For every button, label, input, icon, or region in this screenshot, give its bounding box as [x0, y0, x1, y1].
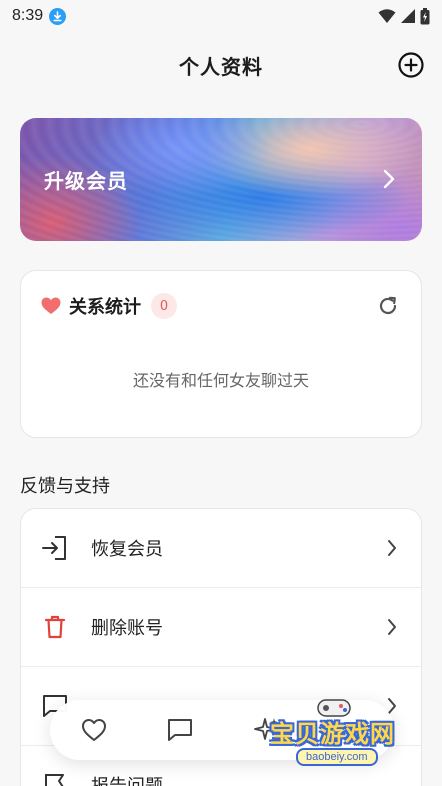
- battery-charging-icon: [420, 7, 430, 24]
- relationship-stats-card: 关系统计 0 还没有和任何女友聊过天: [20, 270, 422, 438]
- trash-icon: [41, 613, 69, 641]
- add-circle-icon[interactable]: [398, 52, 424, 78]
- menu-item-label: 报告问题: [91, 772, 163, 786]
- stats-header: 关系统计 0: [41, 293, 177, 319]
- nav-chat[interactable]: [166, 716, 194, 744]
- login-icon: [41, 534, 69, 562]
- status-icons: [378, 7, 430, 25]
- watermark-text: 宝贝游戏网: [270, 720, 395, 748]
- menu-item-delete-account[interactable]: 删除账号: [21, 588, 421, 667]
- stats-empty-text: 还没有和任何女友聊过天: [132, 371, 309, 390]
- chat-icon: [168, 719, 192, 741]
- section-title-feedback: 反馈与支持: [20, 476, 110, 497]
- watermark-logo: 宝贝游戏网 baobeiy.com: [262, 692, 412, 778]
- chevron-right-icon: [388, 540, 396, 556]
- signal-icon: [401, 9, 415, 23]
- heart-icon: [41, 297, 61, 314]
- flag-icon: [41, 771, 69, 786]
- wifi-icon: [378, 9, 396, 23]
- watermark-url: baobeiy.com: [296, 748, 378, 766]
- nav-favorites[interactable]: [80, 716, 108, 744]
- stats-title: 关系统计: [69, 297, 141, 318]
- header: 个人资料: [0, 40, 442, 90]
- stats-count-badge: 0: [151, 293, 177, 319]
- chevron-right-icon: [388, 619, 396, 635]
- heart-outline-icon: [82, 719, 106, 741]
- menu-item-label: 删除账号: [91, 618, 163, 639]
- download-icon: [49, 7, 67, 25]
- refresh-icon[interactable]: [377, 295, 399, 317]
- page-title: 个人资料: [179, 54, 263, 79]
- banner-label: 升级会员: [44, 169, 128, 193]
- status-time: 8:39: [12, 7, 44, 24]
- menu-item-restore-membership[interactable]: 恢复会员: [21, 509, 421, 588]
- menu-item-label: 恢复会员: [91, 539, 163, 560]
- upgrade-membership-banner[interactable]: 升级会员: [20, 118, 422, 241]
- status-bar: 8:39: [0, 0, 442, 32]
- chevron-right-icon: [383, 169, 395, 189]
